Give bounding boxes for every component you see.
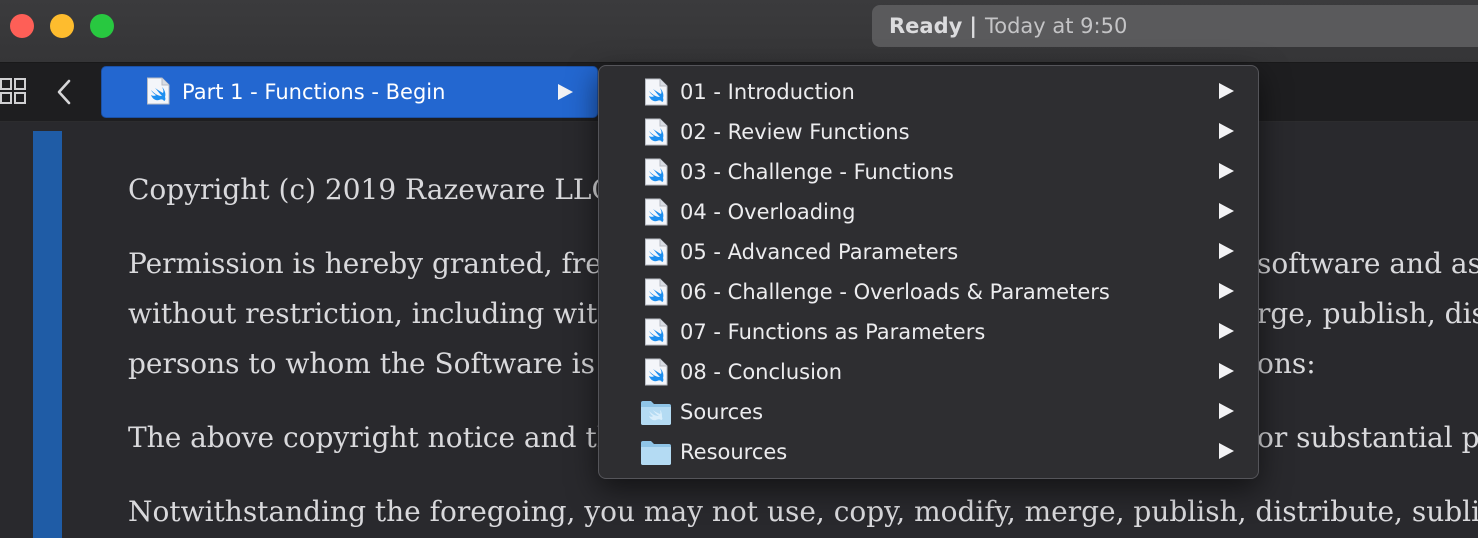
swift-file-icon [644,358,668,386]
minimize-window-button[interactable] [50,14,74,38]
zoom-window-button[interactable] [90,14,114,38]
swift-file-icon [644,238,668,266]
menu-item-label: Resources [680,440,788,464]
status-time: Today at 9:50 [984,14,1128,38]
breadcrumb-label: Part 1 - Functions - Begin [182,80,446,104]
menu-item-label: 05 - Advanced Parameters [680,240,959,264]
menu-item-label: 04 - Overloading [680,200,856,224]
submenu-arrow-icon [1217,442,1235,460]
menu-item-label: 07 - Functions as Parameters [680,320,986,344]
submenu-arrow-icon [1217,402,1235,420]
menu-item-challenge-overloads-parameters[interactable]: 06 - Challenge - Overloads & Parameters [599,272,1258,312]
doc-line: software and ass [1257,247,1478,280]
menu-item-label: 02 - Review Functions [680,120,910,144]
gutter-highlight [33,131,62,538]
submenu-arrow-icon [1217,362,1235,380]
menu-item-label: 01 - Introduction [680,80,855,104]
submenu-arrow-icon [1217,202,1235,220]
menu-item-sources[interactable]: Sources [599,392,1258,432]
doc-line: Notwithstanding the foregoing, you may n… [128,495,1478,528]
swift-file-icon [644,78,668,106]
swift-file-icon [644,318,668,346]
submenu-arrow-icon [1217,242,1235,260]
swift-file-icon [644,158,668,186]
close-window-button[interactable] [10,14,34,38]
menu-item-review-functions[interactable]: 02 - Review Functions [599,112,1258,152]
doc-line: Permission is hereby granted, free c [128,247,644,280]
doc-line: ons: [1257,347,1316,380]
menu-item-label: 06 - Challenge - Overloads & Parameters [680,280,1110,304]
doc-line: or substantial po [1257,421,1478,454]
jump-menu: 01 - Introduction 02 - Review Functions … [598,65,1259,479]
doc-line: persons to whom the Software is fu [128,347,633,380]
back-chevron-icon[interactable] [52,78,76,106]
doc-line: rge, publish, dist [1257,297,1478,330]
menu-item-label: 03 - Challenge - Functions [680,160,954,184]
status-separator: | [969,14,977,38]
swift-file-icon [644,198,668,226]
status-state: Ready [889,14,963,38]
menu-item-resources[interactable]: Resources [599,432,1258,472]
doc-line: without restriction, including witho [128,297,633,330]
submenu-arrow-icon [1217,82,1235,100]
menu-item-introduction[interactable]: 01 - Introduction [599,72,1258,112]
breadcrumb-part1[interactable]: Part 1 - Functions - Begin [101,66,598,118]
menu-item-label: Sources [680,400,764,424]
menu-item-advanced-parameters[interactable]: 05 - Advanced Parameters [599,232,1258,272]
menu-item-conclusion[interactable]: 08 - Conclusion [599,352,1258,392]
menu-item-label: 08 - Conclusion [680,360,843,384]
swift-file-icon [644,118,668,146]
submenu-arrow-icon [1217,162,1235,180]
submenu-arrow-icon [1217,322,1235,340]
submenu-arrow-icon [1217,122,1235,140]
swift-file-icon [644,278,668,306]
submenu-arrow-icon [1217,282,1235,300]
swift-folder-icon [640,398,672,426]
swift-file-icon [146,77,170,105]
menu-item-functions-as-parameters[interactable]: 07 - Functions as Parameters [599,312,1258,352]
doc-line: The above copyright notice and this [128,421,639,454]
folder-icon [640,438,672,466]
menu-item-overloading[interactable]: 04 - Overloading [599,192,1258,232]
menu-item-challenge-functions[interactable]: 03 - Challenge - Functions [599,152,1258,192]
doc-line: Copyright (c) 2019 Razeware LLC [128,173,613,206]
grid-icon[interactable] [0,78,26,104]
submenu-arrow-icon [556,83,574,101]
activity-status: Ready | Today at 9:50 [872,5,1478,47]
